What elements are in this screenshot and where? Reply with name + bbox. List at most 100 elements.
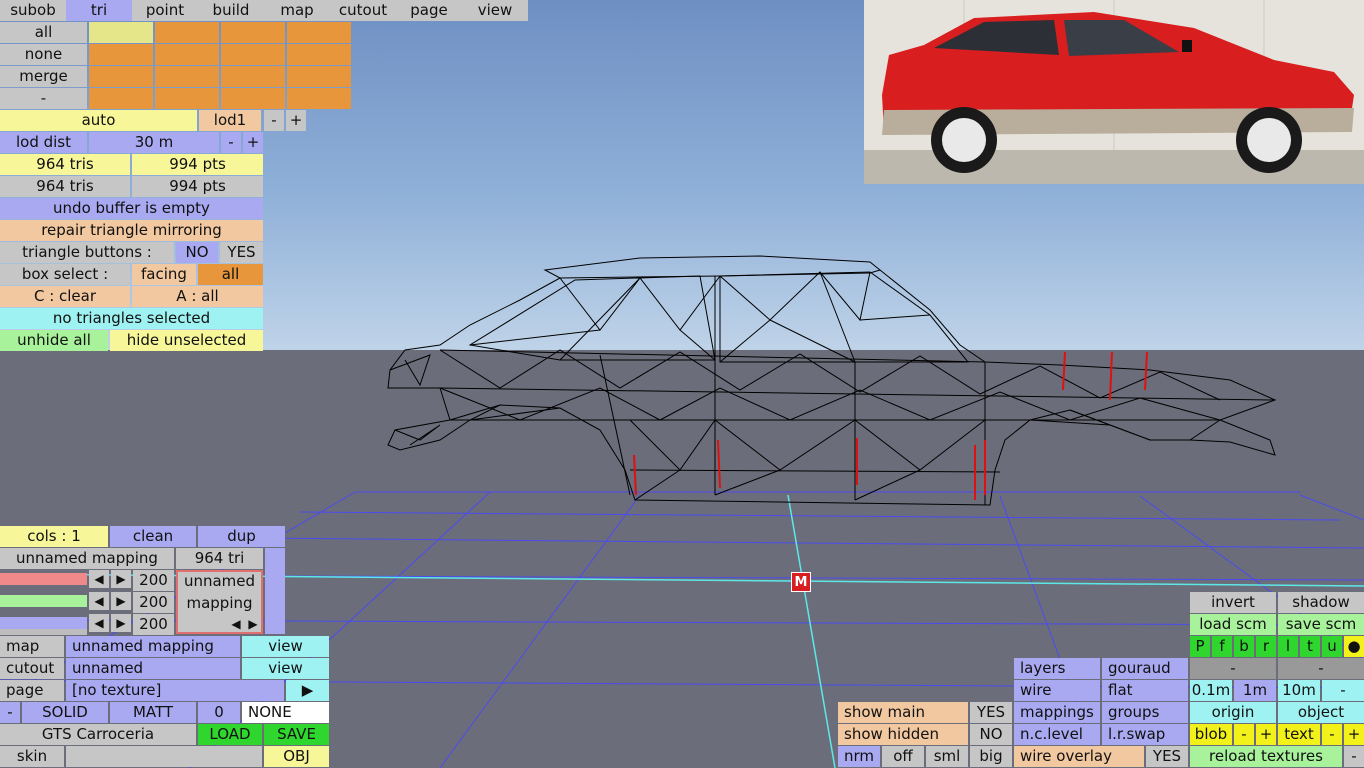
size-sml-button[interactable]: sml [926,746,968,767]
text-plus-button[interactable]: + [1344,724,1364,745]
map-value[interactable]: unnamed mapping [66,636,240,657]
layers-button[interactable]: layers [1014,658,1100,679]
red-value[interactable]: 200 [133,570,174,591]
reload-minus-button[interactable]: - [1344,746,1364,767]
box-select-all[interactable]: all [198,264,263,285]
select-none-button[interactable]: none [0,44,87,65]
size-nrm-button[interactable]: nrm [838,746,880,767]
material-none[interactable]: NONE [242,702,329,723]
wire-overlay-toggle[interactable]: YES [1146,746,1188,767]
view-b-button[interactable]: b [1234,636,1254,657]
repair-mirroring-button[interactable]: repair triangle mirroring [0,220,263,241]
lod-dist-plus-button[interactable]: + [243,132,263,153]
map-view-button[interactable]: view [242,636,329,657]
group-cell[interactable] [221,22,285,43]
view-t-button[interactable]: t [1300,636,1320,657]
flat-button[interactable]: flat [1102,680,1188,701]
nc-level-button[interactable]: n.c.level [1014,724,1100,745]
object-button[interactable]: object [1278,702,1364,723]
select-dash-button[interactable]: - [0,88,87,109]
select-all-button[interactable]: all [0,22,87,43]
view-r-button[interactable]: r [1256,636,1276,657]
material-minus-button[interactable]: - [0,702,20,723]
blue-value[interactable]: 200 [133,614,174,635]
cutout-value[interactable]: unnamed [66,658,240,679]
hide-unselected-button[interactable]: hide unselected [110,330,263,351]
blob-minus-button[interactable]: - [1234,724,1254,745]
group-cell[interactable] [221,88,285,109]
size-big-button[interactable]: big [970,746,1012,767]
green-prev-button[interactable]: ◀ [89,592,109,610]
text-minus-button[interactable]: - [1322,724,1342,745]
menu-map[interactable]: map [264,0,330,21]
lod-auto-button[interactable]: auto [0,110,197,131]
blob-button[interactable]: blob [1190,724,1232,745]
view-u-button[interactable]: u [1322,636,1342,657]
view-dot-button[interactable]: ● [1344,636,1364,657]
show-main-toggle[interactable]: YES [970,702,1012,723]
triangle-buttons-yes[interactable]: YES [220,242,263,263]
view-f-button[interactable]: f [1212,636,1232,657]
select-all-hotkey-button[interactable]: A : all [132,286,263,307]
group-cell[interactable] [221,44,285,65]
menu-point[interactable]: point [132,0,198,21]
save-button[interactable]: SAVE [264,724,329,745]
menu-subob[interactable]: subob [0,0,66,21]
cols-button[interactable]: cols : 1 [0,526,108,547]
mapping-scrollbar[interactable] [265,548,285,634]
lod-dist-value[interactable]: 30 m [89,132,219,153]
green-next-button[interactable]: ▶ [111,592,131,610]
red-prev-button[interactable]: ◀ [89,570,109,588]
group-cell[interactable] [155,44,219,65]
show-hidden-toggle[interactable]: NO [970,724,1012,745]
group-cell[interactable] [89,22,153,43]
skin-value[interactable] [66,746,262,767]
page-next-button[interactable]: ▶ [286,680,329,701]
lod-minus-button[interactable]: - [264,110,284,131]
group-cell[interactable] [89,66,153,87]
rot-minus-button-2[interactable]: - [1278,658,1364,679]
clean-button[interactable]: clean [110,526,196,547]
dup-button[interactable]: dup [198,526,285,547]
blue-slider[interactable] [0,617,87,629]
red-slider[interactable] [0,573,87,585]
blob-plus-button[interactable]: + [1256,724,1276,745]
load-scm-button[interactable]: load scm [1190,614,1276,635]
group-cell[interactable] [287,44,351,65]
group-cell[interactable] [89,88,153,109]
menu-tri[interactable]: tri [66,0,132,21]
red-next-button[interactable]: ▶ [111,570,131,588]
box-select-facing[interactable]: facing [132,264,196,285]
shadow-button[interactable]: shadow [1278,592,1364,613]
group-cell[interactable] [287,22,351,43]
group-cell[interactable] [155,66,219,87]
gouraud-button[interactable]: gouraud [1102,658,1188,679]
wire-button[interactable]: wire [1014,680,1100,701]
green-slider[interactable] [0,595,87,607]
undo-status[interactable]: undo buffer is empty [0,198,263,219]
group-cell[interactable] [89,44,153,65]
groups-button[interactable]: groups [1102,702,1188,723]
select-merge-button[interactable]: merge [0,66,87,87]
grid-minus-button[interactable]: - [1322,680,1364,701]
view-p-button[interactable]: P [1190,636,1210,657]
mappings-button[interactable]: mappings [1014,702,1100,723]
grid-10m-button[interactable]: 10m [1278,680,1320,701]
grid-01m-button[interactable]: 0.1m [1190,680,1232,701]
mapping-preview-next[interactable]: ▶ [245,617,261,632]
group-cell[interactable] [221,66,285,87]
menu-cutout[interactable]: cutout [330,0,396,21]
lod-level[interactable]: lod1 [199,110,261,131]
invert-button[interactable]: invert [1190,592,1276,613]
blue-next-button[interactable]: ▶ [111,614,131,632]
reload-textures-button[interactable]: reload textures [1190,746,1342,767]
material-zero[interactable]: 0 [198,702,240,723]
unhide-all-button[interactable]: unhide all [0,330,108,351]
menu-view[interactable]: view [462,0,528,21]
save-scm-button[interactable]: save scm [1278,614,1364,635]
obj-button[interactable]: OBJ [264,746,329,767]
text-button[interactable]: text [1278,724,1320,745]
blue-prev-button[interactable]: ◀ [89,614,109,632]
matt-button[interactable]: MATT [110,702,196,723]
group-cell[interactable] [287,88,351,109]
